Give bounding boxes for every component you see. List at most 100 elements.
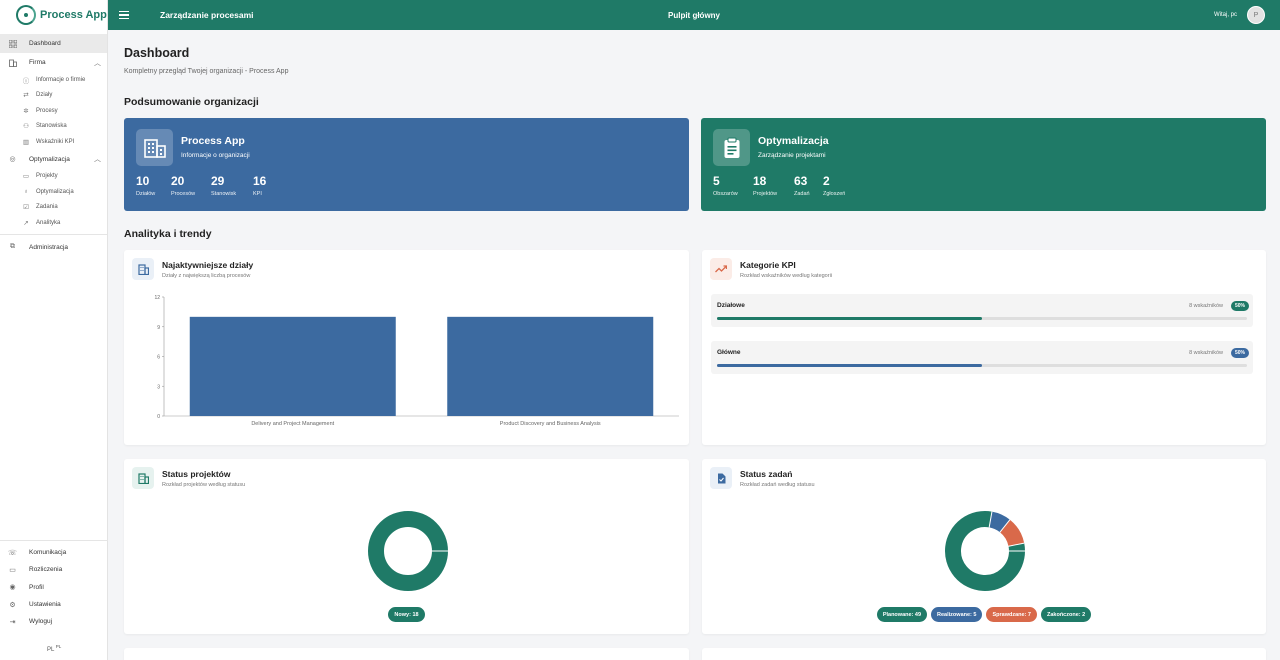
sidebar-item-label: Komunikacja	[29, 549, 67, 557]
admin-icon: ⧉	[10, 243, 15, 250]
sidebar-item-label: Rozliczenia	[29, 566, 63, 574]
divider	[0, 233, 107, 235]
language-label: PL	[47, 647, 55, 653]
kpi-progress-fill	[717, 317, 982, 320]
card-title: Kategorie KPI	[740, 260, 796, 270]
stat-reports: 2 Zgłoszeń	[823, 174, 846, 197]
section-title: Zarządzanie procesami	[160, 10, 254, 20]
sidebar-item-informacje-o-firmie[interactable]: ⓘ Informacje o firmie	[0, 72, 107, 88]
sidebar-item-label: Zadania	[36, 204, 58, 211]
sidebar-item-projekty[interactable]: ▭ Projekty	[0, 169, 107, 185]
sidebar-item-procesy[interactable]: ✲ Procesy	[0, 103, 107, 119]
card-bottom-left	[124, 648, 689, 660]
sidebar-item-label: Procesy	[36, 107, 58, 114]
sidebar-item-wyloguj[interactable]: ⇥ Wyloguj	[0, 613, 108, 630]
sidebar-item-label: Wskaźniki KPI	[36, 138, 75, 145]
trend-icon: ↗	[23, 219, 29, 227]
process-icon: ✲	[23, 107, 29, 115]
tasks-icon: ☑	[23, 204, 29, 212]
summary-subtitle: Zarządzanie projektami	[758, 152, 826, 159]
summary-subtitle: Informacje o organizacji	[181, 152, 250, 159]
app-name: Process App	[40, 9, 107, 21]
kpi-name: Działowe	[717, 302, 745, 309]
sidebar-item-wskazniki-kpi[interactable]: ▥ Wskaźniki KPI	[0, 134, 107, 150]
task-icon	[710, 467, 732, 489]
donut-segment[interactable]	[368, 511, 448, 591]
bar[interactable]	[447, 316, 654, 416]
user-icon: ◉	[9, 584, 16, 592]
donut-segment[interactable]	[1008, 543, 1025, 552]
sidebar-item-profil[interactable]: ◉ Profil	[0, 579, 108, 596]
logo-icon	[16, 5, 36, 25]
sidebar-item-dashboard[interactable]: Dashboard	[0, 34, 107, 53]
card-title: Najaktywniejsze działy	[162, 260, 254, 270]
chevron-up-icon[interactable]: ︿	[94, 154, 101, 164]
kpi-row-dzialowe[interactable]: Działowe 8 wskaźników 50%	[711, 294, 1253, 327]
sidebar-item-analityka[interactable]: ↗ Analityka	[0, 215, 107, 231]
donut-segment[interactable]	[988, 511, 1010, 533]
building-icon	[8, 58, 17, 67]
sidebar-item-dzialy[interactable]: ⇄ Działy	[0, 88, 107, 104]
building-icon	[132, 258, 154, 280]
sidebar-item-label: Analityka	[36, 219, 61, 226]
sidebar-item-label: Optymalizacja	[29, 155, 70, 163]
sidebar-item-label: Działy	[36, 92, 53, 99]
building-icon	[136, 129, 173, 166]
donut-segment[interactable]	[999, 519, 1025, 547]
sidebar-item-komunikacja[interactable]: ☏ Komunikacja	[0, 544, 108, 561]
status-badge-planowane: Planowane: 49	[876, 607, 928, 622]
card-subtitle: Rozkład zadań według statusu	[740, 482, 815, 488]
status-badge-nowy: Nowy: 18	[388, 607, 425, 622]
sidebar-item-firma[interactable]: Firma ︿	[0, 53, 107, 72]
card-subtitle: Rozkład projektów według statusu	[162, 482, 246, 488]
kpi-row-glowne[interactable]: Główne 8 wskaźników 50%	[711, 341, 1253, 374]
summary-title: Optymalizacja	[758, 135, 829, 147]
sidebar-item-rozliczenia[interactable]: ▭ Rozliczenia	[0, 561, 108, 578]
stat-positions: 29 Stanowisk	[211, 174, 237, 197]
kpi-name: Główne	[717, 349, 741, 356]
chart-icon: ▥	[22, 138, 30, 146]
summary-heading: Podsumowanie organizacji	[124, 96, 259, 108]
sidebar-item-label: Ustawienia	[29, 601, 61, 609]
summary-card-organization[interactable]: Process App Informacje o organizacji 10 D…	[124, 118, 689, 211]
stat-projects: 18 Projektów	[753, 174, 778, 197]
sidebar-item-optymalizacja[interactable]: ◎ Optymalizacja ︿	[0, 150, 107, 169]
sidebar-item-label: Informacje o firmie	[36, 76, 86, 83]
language-selector[interactable]: PL PL	[47, 644, 61, 653]
kpi-progress-fill	[717, 364, 982, 367]
sidebar-item-optymalizacja-sub[interactable]: ♁ Optymalizacja	[0, 184, 107, 200]
sidebar-item-stanowiska[interactable]: ⚇ Stanowiska	[0, 119, 107, 135]
sidebar-item-ustawienia[interactable]: ⚙ Ustawienia	[0, 596, 108, 613]
topbar: Zarządzanie procesami Pulpit główny Wita…	[108, 0, 1280, 30]
menu-icon[interactable]	[119, 11, 129, 19]
summary-card-optimization[interactable]: Optymalizacja Zarządzanie projektami 5 Ob…	[701, 118, 1266, 211]
card-title: Status projektów	[162, 469, 231, 479]
y-tick-label: 0	[157, 414, 160, 420]
status-badge-realizowane: Realizowane: 5	[931, 607, 983, 622]
people-icon: ⚇	[23, 123, 29, 131]
avatar[interactable]: P	[1247, 6, 1265, 24]
trending-up-icon	[710, 258, 732, 280]
bar[interactable]	[189, 316, 396, 416]
app-logo[interactable]: Process App	[0, 0, 107, 30]
kpi-progress-track	[717, 364, 1247, 367]
y-tick-label: 3	[157, 384, 160, 390]
status-badge-sprawdzane: Sprawdzane: 7	[986, 607, 1037, 622]
y-tick-label: 9	[157, 325, 160, 331]
card-departments: Najaktywniejsze działy Działy z najwięks…	[124, 250, 689, 445]
sidebar-item-zadania[interactable]: ☑ Zadania	[0, 200, 107, 216]
stat-processes: 20 Procesów	[171, 174, 196, 197]
sidebar-item-label: Administracja	[29, 243, 69, 251]
chevron-up-icon[interactable]: ︿	[94, 58, 101, 68]
stat-departments: 10 Działów	[136, 174, 156, 197]
bulb-icon: ♁	[23, 188, 29, 196]
kpi-percent-badge: 50%	[1230, 348, 1249, 358]
sidebar-item-administracja[interactable]: ⧉ Administracja	[0, 238, 107, 257]
sidebar-item-label: Projekty	[36, 173, 58, 180]
kpi-count: 8 wskaźników	[1189, 303, 1223, 309]
card-bottom-right	[702, 648, 1266, 660]
building-icon	[132, 467, 154, 489]
y-tick-label: 6	[157, 355, 160, 361]
card-task-status: Status zadań Rozkład zadań według status…	[702, 459, 1266, 634]
stat-kpi: 16 KPI	[253, 174, 267, 197]
